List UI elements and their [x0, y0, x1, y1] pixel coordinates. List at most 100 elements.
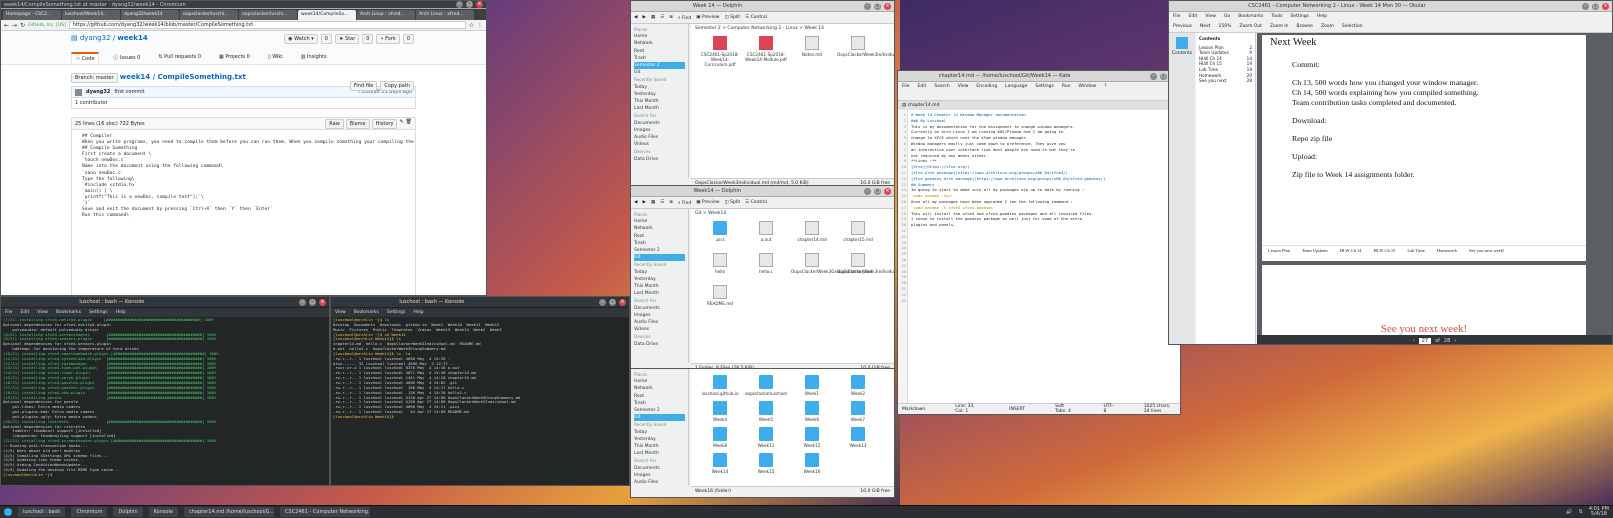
places-item[interactable]: Today — [634, 269, 685, 276]
konsole-titlebar[interactable]: luschool : bash — Konsole – □ × — [331, 297, 629, 308]
menu-item[interactable]: Language — [1005, 84, 1027, 89]
footer-nav-link[interactable]: HLW Ch 15 — [1374, 248, 1396, 259]
url-input[interactable]: https://github.com/dyang32/week14/blob/m… — [68, 21, 466, 29]
close-icon[interactable]: × — [1601, 2, 1609, 10]
repo-owner-link[interactable]: dyang32 — [80, 34, 111, 42]
footer-nav-link[interactable]: Lesson Plan — [1268, 248, 1290, 259]
menu-item[interactable]: Settings — [1035, 84, 1053, 89]
status-item[interactable]: Line: 33, Col: 1 — [955, 404, 979, 414]
menu-help[interactable]: Help — [413, 310, 423, 315]
file-item[interactable]: chapter14.md — [791, 221, 833, 242]
places-item[interactable]: Documents — [634, 305, 685, 312]
minimize-icon[interactable]: – — [863, 2, 871, 10]
terminal-output[interactable]: [luschool@archlin ~]$ ls Desktop Document… — [331, 317, 629, 421]
fork-count[interactable]: 0 — [402, 34, 414, 44]
places-item[interactable]: Audio Files — [634, 134, 685, 141]
folder-item[interactable]: luschool.github.io — [699, 375, 741, 396]
contributors-link[interactable]: 1 contributor — [75, 100, 108, 106]
file-item[interactable]: OopsClackerWeek3Individual.md — [837, 253, 894, 274]
status-item[interactable]: 1025 chars, 34 lines — [1144, 404, 1176, 414]
kate-titlebar[interactable]: chapter14.md — /home/luschool/Git/Week14… — [898, 71, 1180, 82]
status-item[interactable]: INSERT — [1009, 407, 1025, 412]
icons-view-icon[interactable]: ▦ — [651, 15, 655, 20]
find-button[interactable]: ⌕ Find — [678, 15, 691, 21]
menu-help[interactable]: Help — [116, 310, 126, 315]
places-item[interactable]: Images — [634, 127, 685, 134]
folder-item[interactable]: Week11 — [745, 427, 787, 448]
places-item[interactable]: This Month — [634, 98, 685, 105]
preview-button[interactable]: ▣ Preview — [696, 200, 719, 205]
menu-view[interactable]: View — [37, 310, 48, 315]
star-count[interactable]: 0 — [362, 34, 374, 44]
places-item[interactable]: Yesterday — [634, 276, 685, 283]
places-item[interactable]: Network — [634, 225, 685, 232]
places-item[interactable]: Root — [634, 393, 685, 400]
find-button[interactable]: ⌕ Find — [678, 200, 691, 206]
branch-select[interactable]: Branch: master — [71, 73, 118, 83]
toolbar-button[interactable]: Next — [1200, 24, 1210, 29]
details-view-icon[interactable]: ≣ — [669, 200, 673, 205]
places-item[interactable]: Last Month — [634, 105, 685, 112]
contents-tab-label[interactable]: Contents — [1172, 51, 1192, 56]
browser-tab[interactable]: luschool/Week14... — [62, 10, 120, 20]
places-item[interactable]: Git — [634, 69, 685, 76]
menu-item[interactable]: Help — [1317, 14, 1327, 19]
commit-author[interactable]: dyang32 — [86, 89, 110, 95]
places-item[interactable]: Semester 2 — [634, 247, 685, 254]
file-item[interactable]: README.md — [699, 285, 741, 306]
footer-nav-link[interactable]: Homework — [1437, 248, 1457, 259]
places-item[interactable]: Trash — [634, 55, 685, 62]
menu-settings[interactable]: Settings — [89, 310, 107, 315]
contents-icon[interactable] — [1176, 37, 1188, 49]
places-item[interactable]: Network — [634, 40, 685, 47]
trash-icon[interactable]: 🗑 — [406, 119, 412, 129]
toolbar-button[interactable]: Zoom In — [1270, 24, 1289, 29]
terminal-output[interactable]: (7/21) installing xfce4-notifyd-plugin [… — [1, 317, 329, 479]
copy-path-button[interactable]: Copy path — [380, 81, 414, 91]
find-file-button[interactable]: Find file — [349, 81, 378, 91]
icons-view-icon[interactable]: ▦ — [651, 200, 655, 205]
reload-icon[interactable]: ↻ — [20, 22, 25, 29]
places-item[interactable]: Images — [634, 472, 685, 479]
folder-item[interactable]: Week7 — [837, 401, 879, 422]
volume-icon[interactable]: 🔊 — [1566, 509, 1572, 515]
toolbar-button[interactable]: Previous — [1173, 24, 1192, 29]
next-pdf-page[interactable]: See you next week! — [1262, 265, 1586, 335]
file-item[interactable]: hello.c — [745, 253, 787, 274]
forward-icon[interactable]: ▶ — [642, 15, 645, 20]
places-item[interactable]: Trash — [634, 400, 685, 407]
places-item[interactable]: Git — [634, 414, 685, 422]
file-item[interactable]: OopsClackerWeek3GroupSummary.md — [791, 253, 872, 274]
compact-view-icon[interactable]: ☰ — [660, 15, 664, 20]
menu-item[interactable]: Bookmarks — [1238, 14, 1263, 19]
browser-tab[interactable]: oopsclacker/luschi... — [180, 10, 238, 20]
places-item[interactable]: This Month — [634, 283, 685, 290]
folder-item[interactable]: Week4 — [699, 401, 741, 422]
prev-page-icon[interactable]: ‹ — [1413, 338, 1415, 344]
menu-edit[interactable]: Edit — [21, 310, 30, 315]
file-item[interactable]: Notes.md — [791, 36, 833, 57]
page-number-input[interactable]: 27 — [1418, 337, 1432, 344]
browser-tab[interactable]: Arch Linux - xfce4... — [416, 10, 474, 20]
tab-issues[interactable]: ⓘ Issues 0 — [109, 52, 144, 64]
breadcrumb[interactable]: Git > Week14 — [691, 209, 894, 217]
places-item[interactable]: Videos — [634, 141, 685, 148]
minimize-icon[interactable]: – — [456, 1, 463, 8]
file-item[interactable]: CSC2461-Sp2018-Week14-Module.pdf — [745, 36, 787, 62]
maximize-icon[interactable]: □ — [608, 298, 616, 306]
history-button[interactable]: History — [371, 118, 398, 129]
control-button[interactable]: ☰ Control — [745, 15, 767, 20]
places-item[interactable]: Root — [634, 48, 685, 55]
menu-icon[interactable]: ⋮ — [477, 22, 483, 29]
close-icon[interactable]: × — [476, 1, 483, 8]
menu-item[interactable]: ? — [1104, 84, 1106, 89]
repo-name-link[interactable]: week14 — [117, 34, 147, 42]
task-kate[interactable]: chapter14.md /home/luschool/G... — [184, 507, 275, 517]
editor-text[interactable]: # Week 14 Chapter 14 Window Manager docu… — [908, 111, 1108, 403]
back-icon[interactable]: ← — [4, 22, 9, 29]
folder-item[interactable]: Week6 — [791, 401, 833, 422]
okular-titlebar[interactable]: CSC2461 - Computer Networking 2 - Linux … — [1169, 1, 1612, 12]
secure-badge[interactable]: GitHub, Inc. [US] — [28, 23, 66, 28]
places-item[interactable]: Home — [634, 378, 685, 385]
places-item[interactable]: Semester 2 — [634, 62, 685, 70]
